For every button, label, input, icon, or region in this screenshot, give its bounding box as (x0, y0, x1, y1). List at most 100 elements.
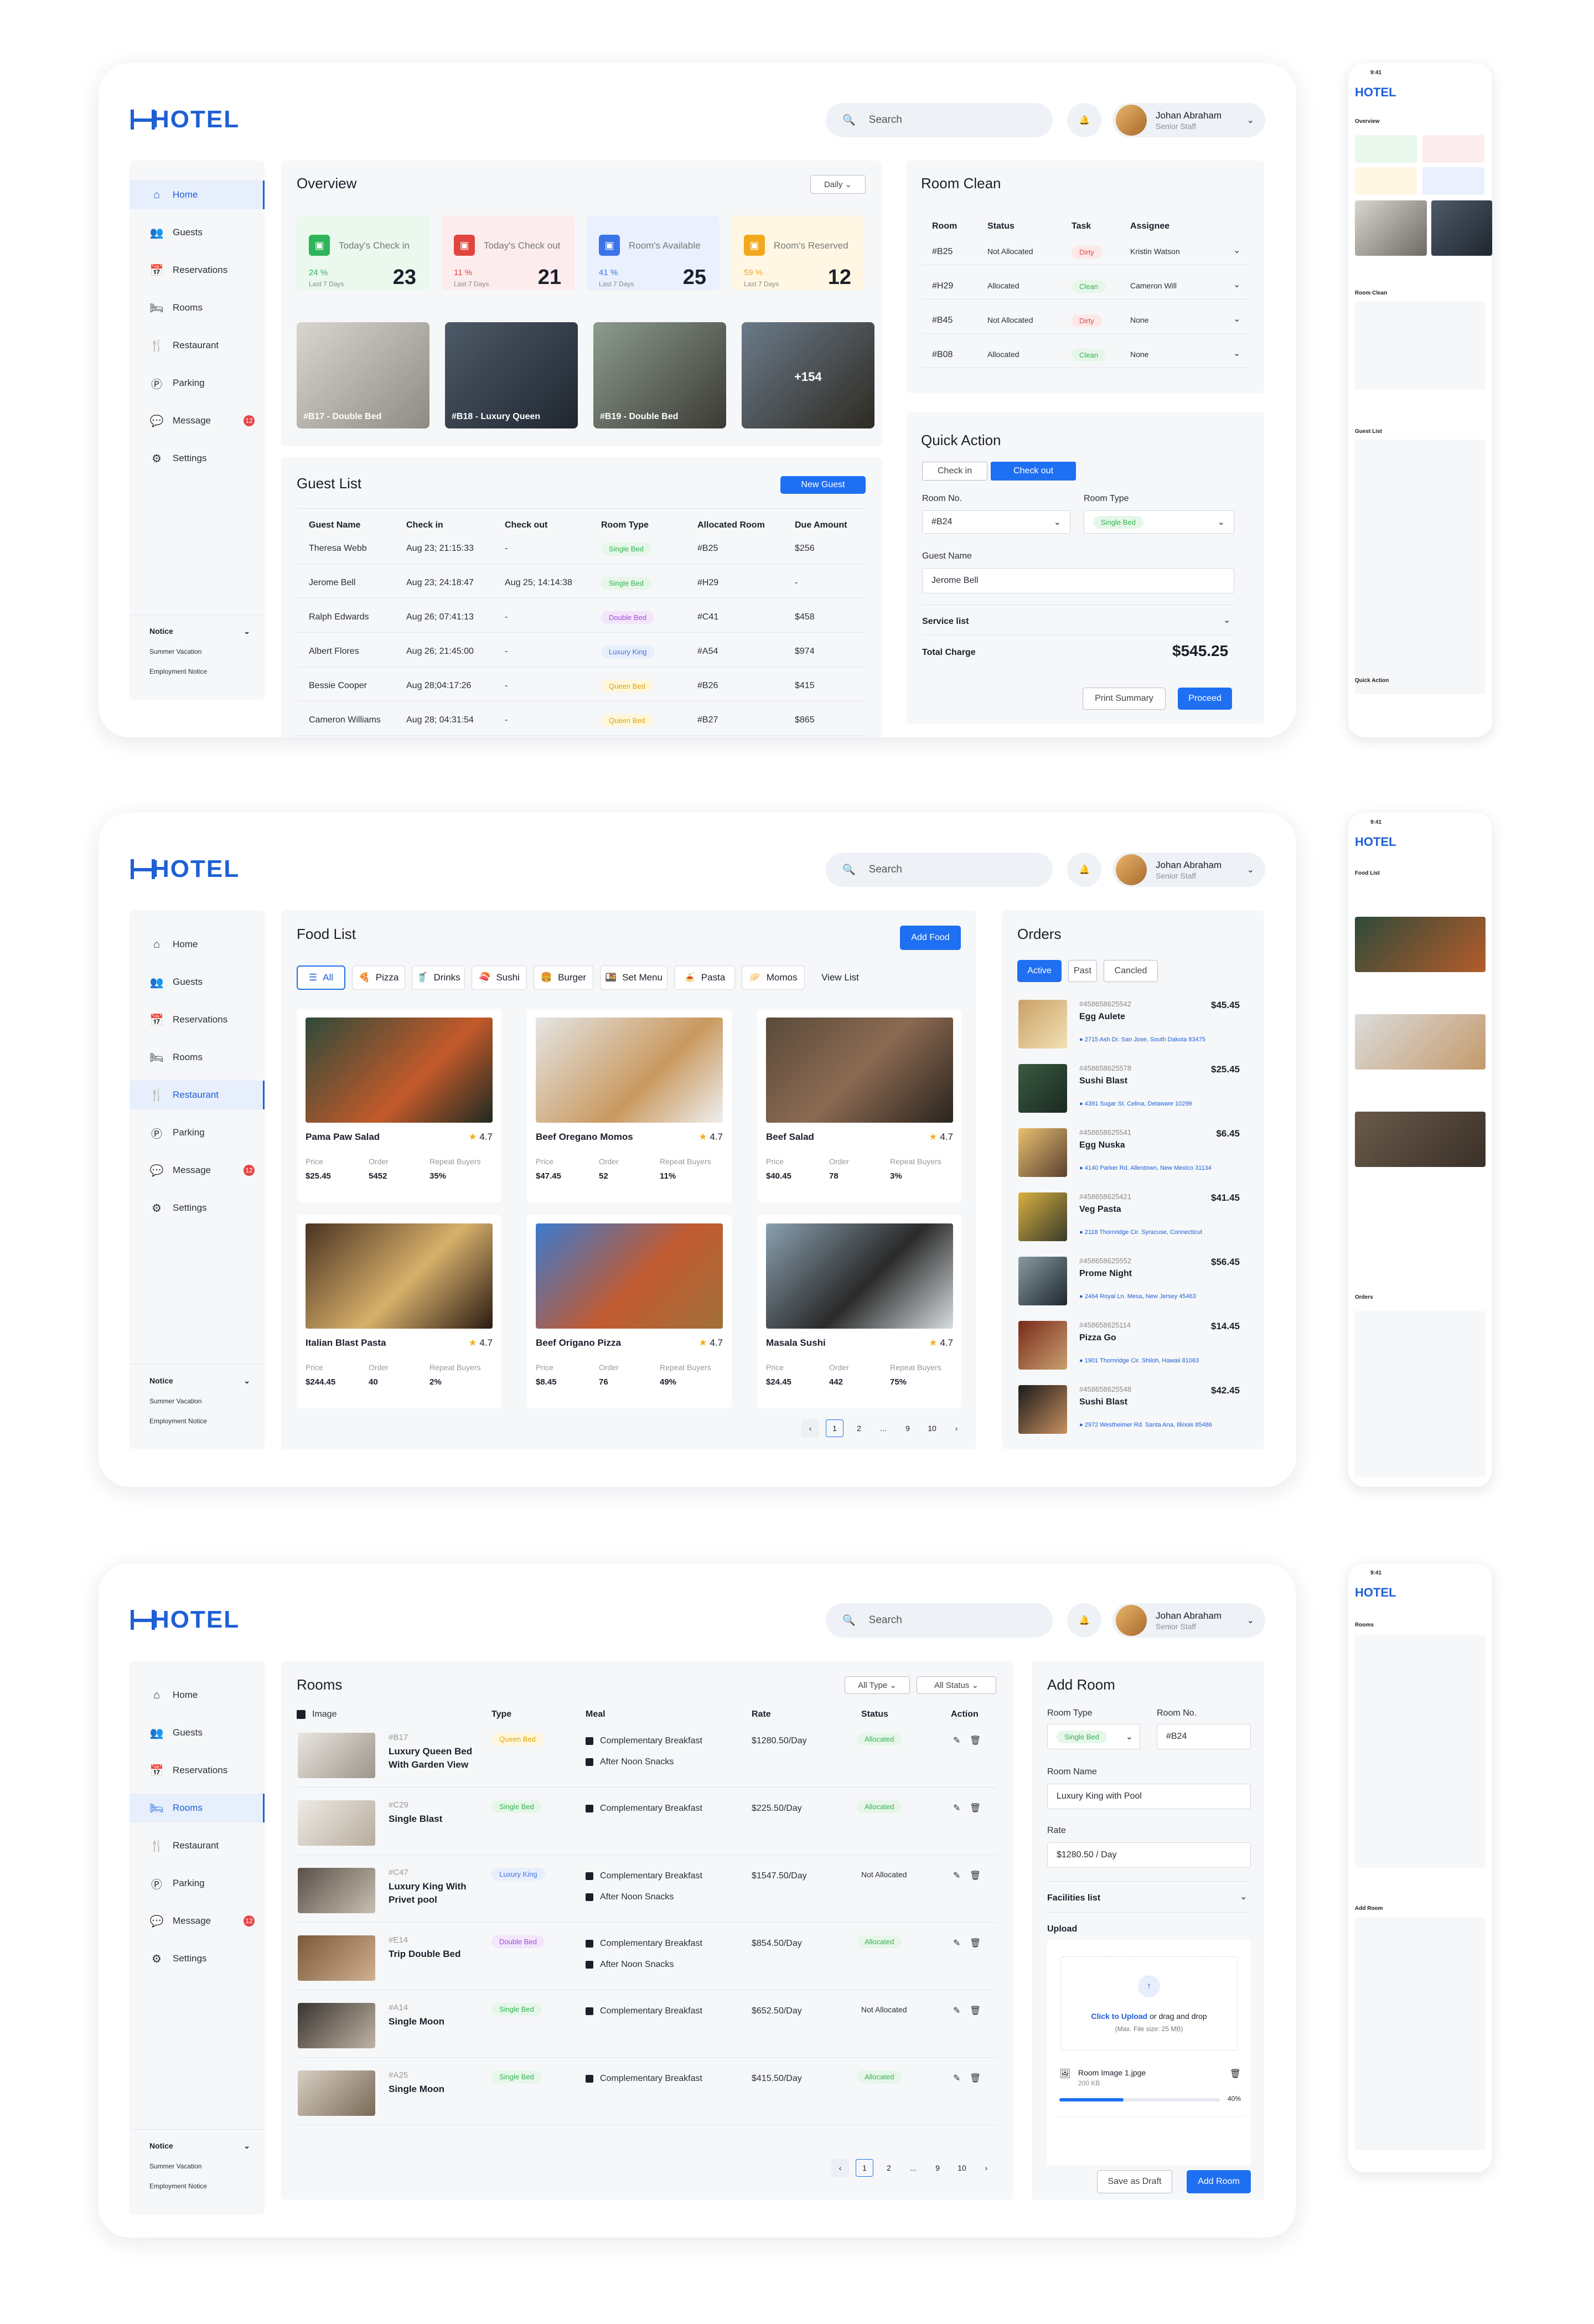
notice-header[interactable]: Notice ⌄ (149, 1376, 260, 1385)
edit-icon[interactable]: ✎ (953, 1870, 960, 1881)
search-input[interactable]: 🔍 Search (826, 853, 1053, 887)
meal-checkbox[interactable]: After Noon Snacks (586, 1757, 674, 1767)
new-guest-button[interactable]: New Guest (780, 476, 866, 494)
table-row[interactable]: #B17 Luxury Queen Bed With Garden View Que… (298, 1727, 1006, 1788)
page-button[interactable]: 9 (899, 1419, 917, 1437)
delete-icon[interactable]: 🗑 (970, 2073, 981, 2084)
sidebar-item-guests[interactable]: 👥 Guests (130, 968, 265, 996)
notice-item[interactable]: Employment Notice (149, 2182, 207, 2190)
sidebar-item-parking[interactable]: Ⓟ Parking (130, 1118, 265, 1147)
meal-checkbox[interactable]: Complementary Breakfast (586, 1939, 702, 1949)
sidebar-item-guests[interactable]: 👥 Guests (130, 1718, 265, 1747)
upload-dropzone[interactable]: ↑ Click to Upload or drag and drop (Max.… (1047, 1940, 1251, 2166)
page-button[interactable]: 2 (880, 2159, 898, 2177)
table-row[interactable]: #C47 Luxury King With Privet pool Luxury K… (298, 1862, 1006, 1923)
add-food-button[interactable]: Add Food (900, 926, 961, 950)
add-room-button[interactable]: Add Room (1187, 2170, 1251, 2193)
page-button[interactable]: ... (874, 1419, 892, 1437)
room-name-field[interactable]: Luxury King with Pool (1047, 1784, 1251, 1809)
stat-card[interactable]: ▣ Room's Available 41 % Last 7 Days 25 (587, 216, 720, 290)
food-card[interactable]: Beef Salad ★ 4.7 Price $40.45 Order 78 Repeat … (757, 1009, 962, 1202)
order-item[interactable]: #458658625578 Sushi Blast $25.45 ● 4391 Sug… (1018, 1064, 1240, 1119)
order-item[interactable]: #458658625552 Prome Night $56.45 ● 2464 Roy… (1018, 1257, 1240, 1312)
delete-icon[interactable]: 🗑 (1230, 2068, 1241, 2079)
food-card[interactable]: Pama Paw Salad ★ 4.7 Price $25.45 Order 5452 R… (297, 1009, 501, 1202)
chevron-down-icon[interactable]: ⌄ (1233, 348, 1240, 359)
meal-checkbox[interactable]: Complementary Breakfast (586, 2006, 702, 2016)
meal-checkbox[interactable]: After Noon Snacks (586, 1960, 674, 1970)
food-card[interactable]: Beef Oregano Momos ★ 4.7 Price $47.45 Order 5… (527, 1009, 732, 1202)
sidebar-item-guests[interactable]: 👥 Guests (130, 218, 265, 247)
prev-page-button[interactable]: ‹ (831, 2159, 849, 2177)
sidebar-item-rooms[interactable]: 🛏 Rooms (130, 293, 265, 322)
sidebar-item-reservations[interactable]: 📅 Reservations (130, 256, 265, 285)
order-item[interactable]: #458658625542 Egg Aulete $45.45 ● 2715 Ash … (1018, 1000, 1240, 1055)
tab-check-in[interactable]: Check in (922, 462, 987, 481)
assignee-select[interactable]: Cameron Will (1130, 281, 1177, 290)
sidebar-item-parking[interactable]: Ⓟ Parking (130, 369, 265, 397)
status-filter[interactable]: All Status ⌄ (917, 1676, 996, 1694)
filter-burger[interactable]: 🍔 Burger (534, 965, 593, 990)
chevron-down-icon[interactable]: ⌄ (1233, 279, 1240, 290)
page-button[interactable]: 1 (856, 2159, 873, 2177)
delete-icon[interactable]: 🗑 (970, 1735, 981, 1746)
sidebar-item-restaurant[interactable]: 🍴 Restaurant (130, 1081, 265, 1109)
room-photo[interactable]: #B19 - Double Bed (593, 322, 726, 428)
sidebar-item-parking[interactable]: Ⓟ Parking (130, 1869, 265, 1898)
service-list-toggle[interactable]: Service list (922, 617, 969, 627)
sidebar-item-home[interactable]: ⌂ Home (130, 930, 265, 959)
page-button[interactable]: 2 (850, 1419, 868, 1437)
order-item[interactable]: #458658625114 Pizza Go $14.45 ● 1901 Thornr… (1018, 1321, 1240, 1376)
sidebar-item-rooms[interactable]: 🛏 Rooms (130, 1794, 265, 1822)
notice-item[interactable]: Employment Notice (149, 668, 207, 675)
column-header[interactable]: Due Amount (795, 520, 847, 530)
delete-icon[interactable]: 🗑 (970, 1870, 981, 1881)
print-summary-button[interactable]: Print Summary (1083, 688, 1166, 710)
order-item[interactable]: #458658625548 Sushi Blast $42.45 ● 2972 Wes… (1018, 1385, 1240, 1440)
food-card[interactable]: Beef Origano Pizza ★ 4.7 Price $8.45 Order 76… (527, 1215, 732, 1408)
order-item[interactable]: #458658625541 Egg Nuska $6.45 ● 4140 Parker… (1018, 1128, 1240, 1184)
table-row[interactable]: #E14 Trip Double Bed Double Bed Complementa… (298, 1930, 1006, 1990)
tab-past[interactable]: Past (1068, 960, 1097, 982)
column-header[interactable]: Check in (406, 520, 443, 530)
save-draft-button[interactable]: Save as Draft (1097, 2170, 1172, 2193)
meal-checkbox[interactable]: Complementary Breakfast (586, 1871, 702, 1881)
tab-check-out[interactable]: Check out (991, 462, 1076, 481)
filter-view-list[interactable]: View List (811, 965, 869, 990)
rate-field[interactable]: $1280.50 / Day (1047, 1842, 1251, 1868)
table-row[interactable]: #A14 Single Moon Single Bed Complementary B… (298, 1997, 1006, 2058)
page-button[interactable]: 10 (923, 1419, 941, 1437)
select-all-checkbox[interactable]: Image (297, 1710, 337, 1719)
notice-header[interactable]: Notice ⌄ (149, 2141, 260, 2150)
stat-card[interactable]: ▣ Room's Reserved 59 % Last 7 Days 12 (732, 216, 865, 290)
tab-cancelled[interactable]: Cancled (1104, 960, 1158, 982)
tab-active[interactable]: Active (1017, 960, 1062, 982)
sidebar-item-message[interactable]: 💬 Message 12 (130, 1907, 265, 1935)
room-type-select[interactable]: Single Bed ⌄ (1084, 510, 1234, 534)
room-type-select[interactable]: Single Bed ⌄ (1047, 1724, 1140, 1749)
sidebar-item-rooms[interactable]: 🛏 Rooms (130, 1043, 265, 1072)
filter-drinks[interactable]: 🥤 Drinks (412, 965, 465, 990)
proceed-button[interactable]: Proceed (1178, 688, 1232, 710)
sidebar-item-settings[interactable]: ⚙ Settings (130, 1194, 265, 1222)
delete-icon[interactable]: 🗑 (970, 1803, 981, 1814)
next-page-button[interactable]: › (977, 2159, 995, 2177)
sidebar-item-reservations[interactable]: 📅 Reservations (130, 1005, 265, 1034)
filter-pizza[interactable]: 🍕 Pizza (352, 965, 405, 990)
meal-checkbox[interactable]: Complementary Breakfast (586, 2074, 702, 2084)
column-header[interactable]: Room Type (601, 520, 649, 530)
hotel-logo[interactable]: HOTEL (130, 1606, 240, 1633)
filter-all[interactable]: ☰ All (297, 965, 345, 990)
period-select[interactable]: Daily ⌄ (810, 175, 866, 194)
stat-card[interactable]: ▣ Today's Check out 11 % Last 7 Days 21 (442, 216, 575, 290)
edit-icon[interactable]: ✎ (953, 1803, 960, 1814)
column-header[interactable]: Guest Name (309, 520, 360, 530)
search-input[interactable]: 🔍 Search (826, 1603, 1053, 1638)
edit-icon[interactable]: ✎ (953, 1938, 960, 1949)
assignee-select[interactable]: None (1130, 350, 1148, 359)
page-button[interactable]: 1 (826, 1419, 843, 1437)
filter-momos[interactable]: 🥟 Momos (742, 965, 805, 990)
column-header[interactable]: Allocated Room (697, 520, 765, 530)
user-menu[interactable]: Johan Abraham Senior Staff ⌄ (1112, 853, 1265, 887)
hotel-logo[interactable]: HOTEL (130, 855, 240, 882)
